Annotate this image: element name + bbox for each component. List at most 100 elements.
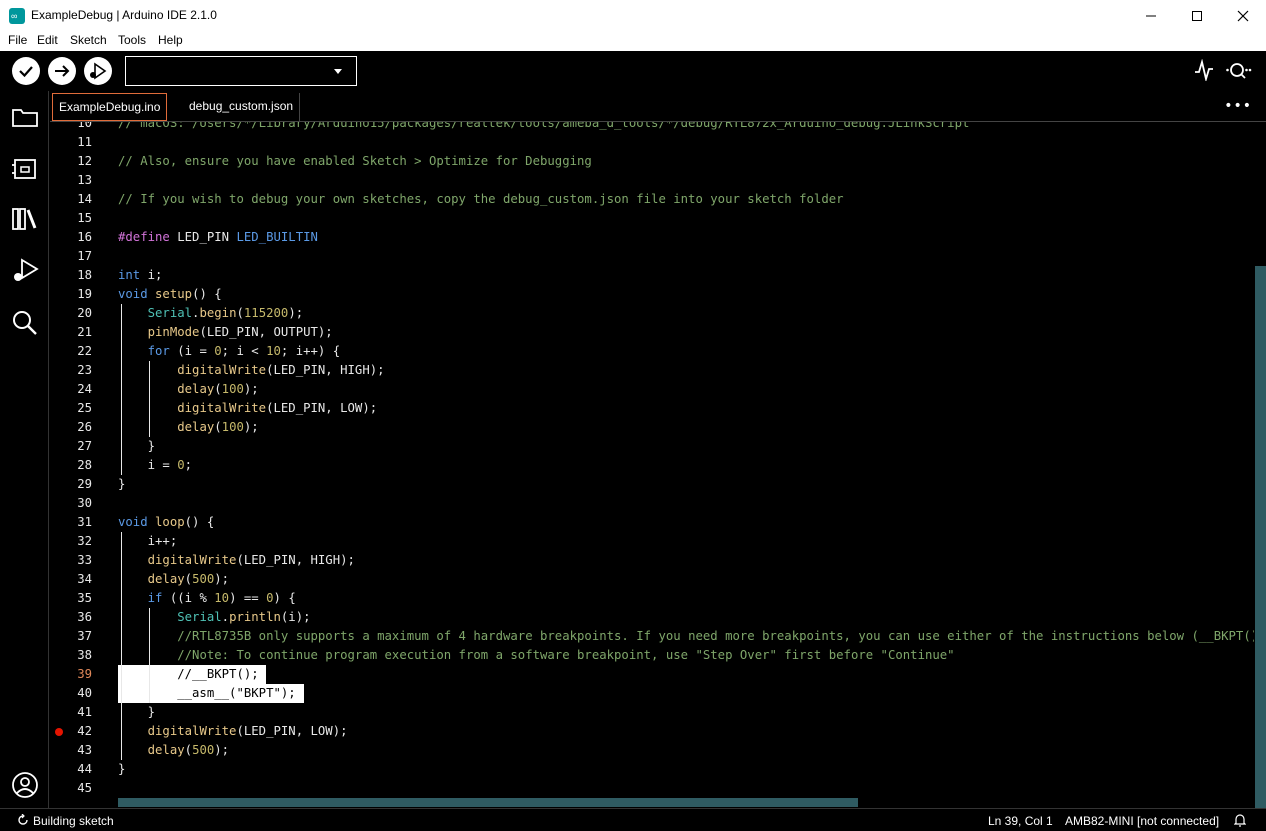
verify-button[interactable]: [12, 57, 40, 85]
code-text: void loop() {: [118, 513, 214, 532]
line-number: 12: [77, 154, 92, 168]
code-token: setup: [155, 287, 193, 301]
code-text: }: [118, 475, 125, 494]
code-line[interactable]: 44}: [50, 760, 1254, 779]
code-text: //Note: To continue program execution fr…: [118, 646, 955, 665]
tab-debug-custom-json[interactable]: debug_custom.json: [183, 93, 301, 121]
boards-manager-button[interactable]: [10, 154, 40, 184]
code-line[interactable]: 35 if ((i % 10) == 0) {: [50, 589, 1254, 608]
code-line[interactable]: 18 int i;: [50, 266, 1254, 285]
horizontal-scrollbar-thumb[interactable]: [118, 798, 858, 807]
serial-plotter-button[interactable]: [1194, 58, 1214, 85]
code-token: 500: [192, 572, 215, 586]
code-token: (: [214, 420, 222, 434]
debug-view-button[interactable]: [10, 256, 40, 286]
code-line[interactable]: 20 Serial.begin(115200);: [50, 304, 1254, 323]
cursor-position[interactable]: Ln 39, Col 1: [988, 814, 1053, 828]
maximize-button[interactable]: [1174, 0, 1220, 31]
code-line[interactable]: 28 i = 0;: [50, 456, 1254, 475]
code-line[interactable]: 45: [50, 779, 1254, 798]
serial-monitor-button[interactable]: [1226, 59, 1252, 85]
code-line[interactable]: 22 for (i = 0; i < 10; i++) {: [50, 342, 1254, 361]
line-number: 17: [77, 249, 92, 263]
line-number: 20: [77, 306, 92, 320]
code-token: (LED_PIN, HIGH);: [266, 363, 385, 377]
more-actions-icon[interactable]: •••: [1224, 99, 1252, 113]
code-token: (LED_PIN, LOW);: [266, 401, 378, 415]
status-message: Building sketch: [33, 814, 114, 828]
code-line[interactable]: 16 #define LED_PIN LED_BUILTIN: [50, 228, 1254, 247]
code-line[interactable]: 17: [50, 247, 1254, 266]
code-line[interactable]: 30: [50, 494, 1254, 513]
line-number: 24: [77, 382, 92, 396]
code-line[interactable]: 15: [50, 209, 1254, 228]
code-line[interactable]: 33 digitalWrite(LED_PIN, HIGH);: [50, 551, 1254, 570]
code-token: digitalWrite: [147, 553, 237, 567]
board-selector[interactable]: [125, 56, 357, 86]
status-bar: Building sketch Ln 39, Col 1 AMB82-MINI …: [0, 808, 1266, 831]
code-line[interactable]: 11: [50, 133, 1254, 152]
menu-sketch[interactable]: Sketch: [70, 33, 107, 47]
code-line[interactable]: 31 void loop() {: [50, 513, 1254, 532]
account-button[interactable]: [10, 770, 40, 800]
debug-button[interactable]: [84, 57, 112, 85]
menu-tools[interactable]: Tools: [118, 33, 146, 47]
code-token: for: [147, 344, 170, 358]
code-line[interactable]: 41 }: [50, 703, 1254, 722]
code-line[interactable]: 24 delay(100);: [50, 380, 1254, 399]
sketchbook-button[interactable]: [10, 102, 40, 132]
code-line[interactable]: 29}: [50, 475, 1254, 494]
code-line[interactable]: 21 pinMode(LED_PIN, OUTPUT);: [50, 323, 1254, 342]
window-title: ExampleDebug | Arduino IDE 2.1.0: [31, 8, 217, 22]
vertical-scrollbar-thumb[interactable]: [1255, 266, 1266, 808]
board-status[interactable]: AMB82-MINI [not connected]: [1065, 814, 1219, 828]
code-line[interactable]: 39 //__BKPT();: [50, 665, 1254, 684]
code-line[interactable]: 23 digitalWrite(LED_PIN, HIGH);: [50, 361, 1254, 380]
menu-file[interactable]: File: [8, 33, 27, 47]
code-line[interactable]: 27 }: [50, 437, 1254, 456]
upload-button[interactable]: [48, 57, 76, 85]
code-line[interactable]: 36 Serial.println(i);: [50, 608, 1254, 627]
code-text: pinMode(LED_PIN, OUTPUT);: [118, 323, 333, 342]
code-token: (LED_PIN, LOW);: [236, 724, 348, 738]
code-line[interactable]: 34 delay(500);: [50, 570, 1254, 589]
code-text: digitalWrite(LED_PIN, HIGH);: [118, 361, 385, 380]
code-text: // macOS: /Users/*/Library/Arduino15/pac…: [118, 122, 969, 133]
code-line[interactable]: 13: [50, 171, 1254, 190]
debug-icon: [90, 62, 107, 80]
code-line[interactable]: 10 // macOS: /Users/*/Library/Arduino15/p…: [50, 122, 1254, 133]
code-line[interactable]: 38 //Note: To continue program execution…: [50, 646, 1254, 665]
notification-bell-icon[interactable]: [1234, 813, 1246, 827]
code-token: (LED_PIN, HIGH);: [236, 553, 355, 567]
code-text: if ((i % 10) == 0) {: [118, 589, 296, 608]
code-line[interactable]: 32 i++;: [50, 532, 1254, 551]
close-button[interactable]: [1220, 0, 1266, 31]
code-editor[interactable]: 10 // macOS: /Users/*/Library/Arduino15/p…: [50, 122, 1266, 808]
code-line[interactable]: 42 digitalWrite(LED_PIN, LOW);: [50, 722, 1254, 741]
line-number: 33: [77, 553, 92, 567]
code-line[interactable]: 26 delay(100);: [50, 418, 1254, 437]
code-token: digitalWrite: [177, 401, 267, 415]
code-token: println: [229, 610, 281, 624]
menu-edit[interactable]: Edit: [37, 33, 58, 47]
library-manager-button[interactable]: [10, 204, 40, 234]
code-line[interactable]: 43 delay(500);: [50, 741, 1254, 760]
menu-help[interactable]: Help: [158, 33, 183, 47]
code-line[interactable]: 19 void setup() {: [50, 285, 1254, 304]
minimize-button[interactable]: [1128, 0, 1174, 31]
code-line[interactable]: 12 // Also, ensure you have enabled Sketc…: [50, 152, 1254, 171]
code-line[interactable]: 37 //RTL8735B only supports a maximum of…: [50, 627, 1265, 646]
library-icon: [12, 208, 37, 230]
code-line[interactable]: 25 digitalWrite(LED_PIN, LOW);: [50, 399, 1254, 418]
search-button[interactable]: [10, 308, 40, 338]
code-line[interactable]: 14 // If you wish to debug your own sketc…: [50, 190, 1254, 209]
code-token: }: [118, 762, 126, 776]
code-token: begin: [199, 306, 237, 320]
code-line[interactable]: 40 __asm__("BKPT");: [50, 684, 1254, 703]
tab-exampledebug-ino[interactable]: ExampleDebug.ino: [52, 93, 168, 121]
code-token: //Note: To continue program execution fr…: [177, 648, 955, 662]
